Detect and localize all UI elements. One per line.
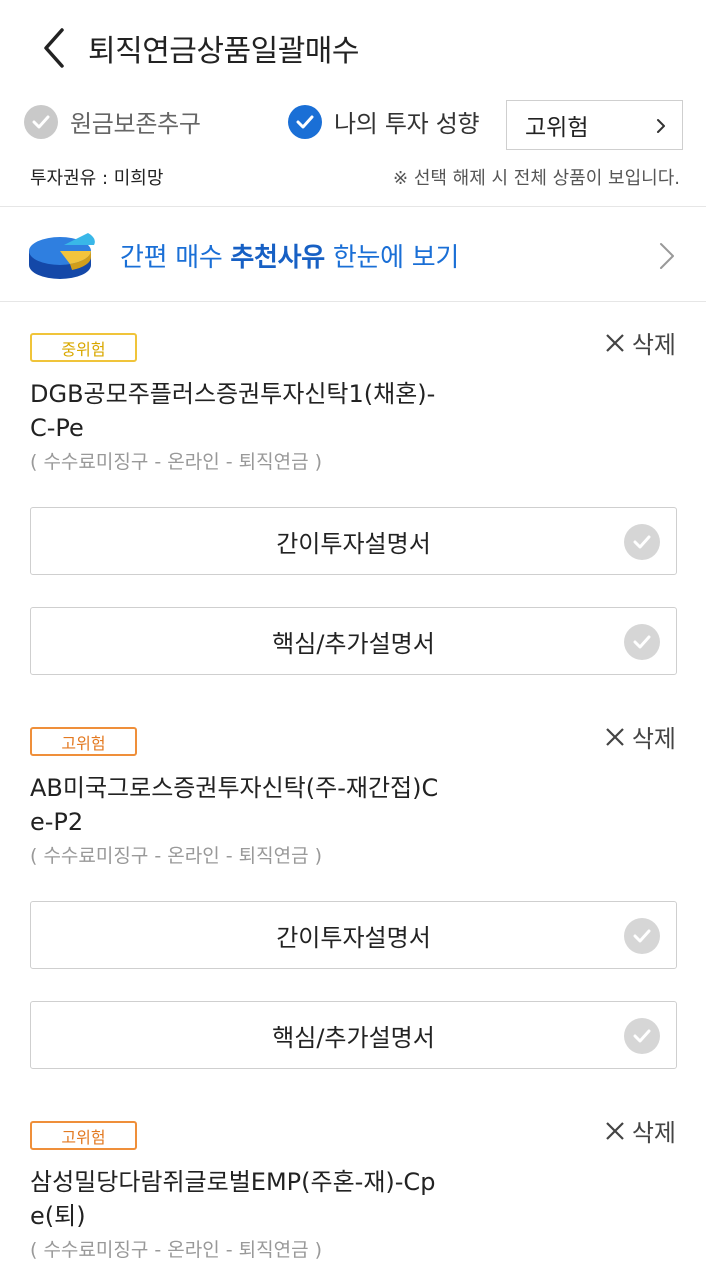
chevron-right-icon: [660, 243, 674, 269]
delete-button[interactable]: 삭제: [604, 1113, 676, 1148]
filter-row: 원금보존추구 나의 투자 성향 고위험: [0, 100, 706, 150]
my-profile-label: 나의 투자 성향: [334, 110, 480, 138]
delete-label: 삭제: [631, 725, 676, 753]
risk-badge: 고위험: [30, 727, 137, 756]
product-name-line1: DGB공모주플러스증권투자신탁1(채혼)-: [30, 380, 436, 408]
key-prospectus-button[interactable]: 핵심/추가설명서: [30, 607, 677, 675]
principal-preserve-label: 원금보존추구: [70, 110, 201, 138]
app-header: 퇴직연금상품일괄매수: [0, 0, 706, 92]
banner-text: 간편 매수 추천사유 한눈에 보기: [120, 237, 459, 274]
delete-label: 삭제: [631, 331, 676, 359]
check-icon: [624, 918, 660, 954]
check-icon: [624, 524, 660, 560]
product-name: DGB공모주플러스증권투자신탁1(채혼)- C-Pe: [30, 377, 470, 445]
chevron-right-icon: [657, 119, 665, 133]
info-row: 투자권유 : 미희망 ※ 선택 해제 시 전체 상품이 보입니다.: [0, 162, 706, 192]
close-icon: [606, 1121, 624, 1140]
delete-label: 삭제: [631, 1119, 676, 1147]
product-name-line2: e-P2: [30, 808, 84, 836]
simple-prospectus-button[interactable]: 간이투자설명서: [30, 507, 677, 575]
banner-text-post: 한눈에 보기: [324, 243, 459, 273]
delete-button[interactable]: 삭제: [604, 719, 676, 754]
close-icon: [606, 333, 624, 352]
close-icon: [606, 727, 624, 746]
check-icon: [24, 104, 58, 139]
key-prospectus-button[interactable]: 핵심/추가설명서: [30, 1001, 677, 1069]
product-name: AB미국그로스증권투자신탁(주-재간접)C e-P2: [30, 771, 470, 839]
advice-status: 투자권유 : 미희망: [30, 168, 164, 189]
risk-badge: 고위험: [30, 1121, 137, 1150]
check-icon: [624, 1018, 660, 1054]
banner-text-bold: 추천사유: [230, 243, 325, 273]
chevron-left-icon: [44, 28, 64, 68]
banner-text-pre: 간편 매수: [120, 243, 231, 273]
doc-label: 간이투자설명서: [276, 923, 431, 952]
filter-notice: ※ 선택 해제 시 전체 상품이 보입니다.: [393, 168, 680, 189]
delete-button[interactable]: 삭제: [604, 325, 676, 360]
risk-level-value: 고위험: [525, 115, 589, 141]
product-subtitle: ( 수수료미징구 - 온라인 - 퇴직연금 ): [30, 451, 323, 473]
product-name: 삼성밀당다람쥐글로벌EMP(주혼-재)-Cp e(퇴): [30, 1165, 470, 1233]
product-subtitle: ( 수수료미징구 - 온라인 - 퇴직연금 ): [30, 1239, 323, 1261]
check-icon: [288, 104, 322, 139]
back-button[interactable]: [38, 26, 78, 70]
product-name-line2: C-Pe: [30, 414, 84, 442]
risk-badge: 중위험: [30, 333, 137, 362]
product-subtitle: ( 수수료미징구 - 온라인 - 퇴직연금 ): [30, 845, 323, 867]
doc-label: 핵심/추가설명서: [272, 629, 435, 658]
principal-preserve-checkbox[interactable]: 원금보존추구: [24, 104, 201, 139]
product-name-line2: e(퇴): [30, 1202, 86, 1230]
risk-level-select[interactable]: 고위험: [506, 100, 683, 150]
page-title: 퇴직연금상품일괄매수: [88, 34, 360, 69]
doc-label: 간이투자설명서: [276, 529, 431, 558]
simple-prospectus-button[interactable]: 간이투자설명서: [30, 901, 677, 969]
doc-label: 핵심/추가설명서: [272, 1023, 435, 1052]
product-name-line1: AB미국그로스증권투자신탁(주-재간접)C: [30, 774, 439, 802]
pie-chart-icon: [29, 233, 95, 279]
my-profile-checkbox[interactable]: 나의 투자 성향: [288, 104, 480, 139]
check-icon: [624, 624, 660, 660]
product-name-line1: 삼성밀당다람쥐글로벌EMP(주혼-재)-Cp: [30, 1168, 436, 1196]
recommend-reason-banner[interactable]: 간편 매수 추천사유 한눈에 보기: [0, 206, 706, 302]
